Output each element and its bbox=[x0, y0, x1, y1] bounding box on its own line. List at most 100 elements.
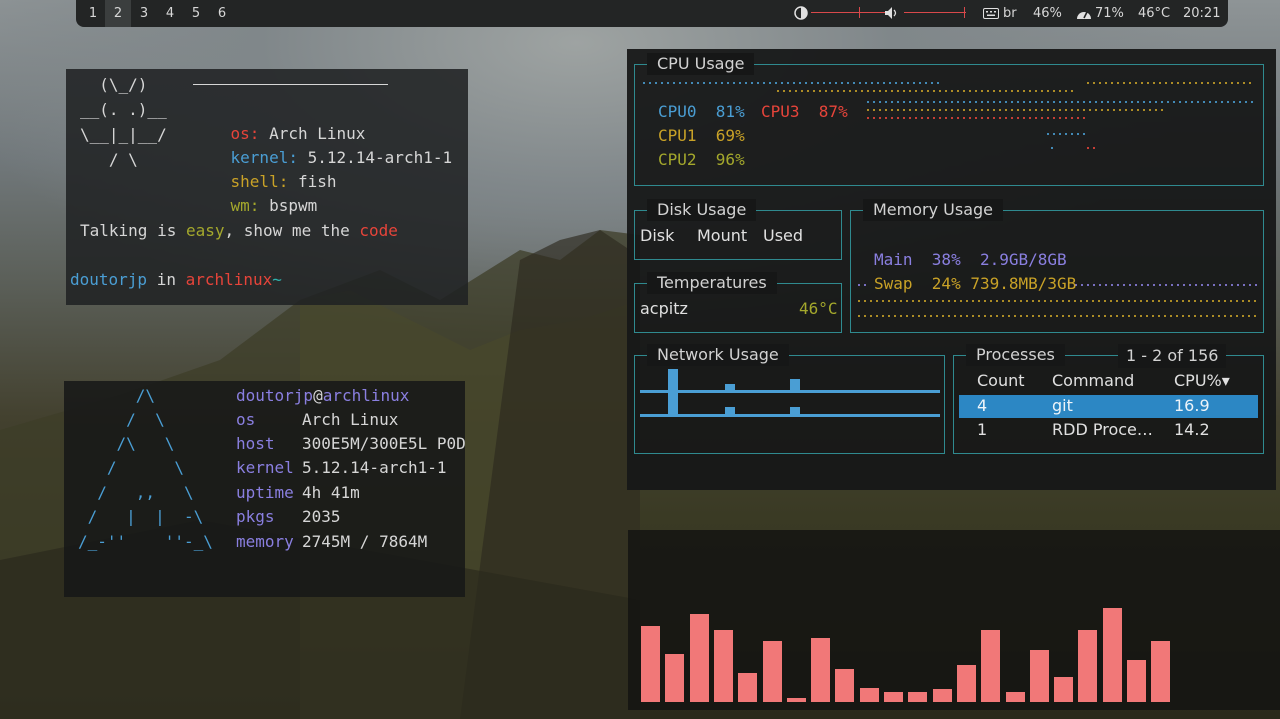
visualizer-bar bbox=[957, 665, 976, 702]
brightness-slider[interactable] bbox=[811, 0, 887, 27]
workspace-1[interactable]: 1 bbox=[80, 0, 106, 27]
arch-logo-line-2: / \ bbox=[78, 410, 165, 429]
cpu-graph-dots bbox=[865, 101, 1255, 103]
fetch-logo-line-4: / \ bbox=[80, 150, 138, 169]
arch-logo-line-5: / ,, \ bbox=[78, 483, 194, 502]
visualizer-bar bbox=[981, 630, 1000, 702]
gauge-icon bbox=[1077, 11, 1091, 19]
proc-command: git bbox=[1052, 396, 1073, 415]
memory-graph-dots bbox=[856, 315, 1258, 317]
volume-icon bbox=[885, 7, 897, 19]
disk-header-used: Used bbox=[763, 226, 804, 245]
terminal-fetch-2[interactable]: /\ / \ /\ \ / \ / ,, \ / | | -\ /_-'' ''… bbox=[64, 381, 466, 597]
visualizer-bar bbox=[763, 641, 782, 702]
cpu1-row: CPU1 69% bbox=[658, 126, 745, 145]
proc-cpu: 14.2 bbox=[1174, 420, 1210, 439]
info-label-uptime: uptime bbox=[236, 483, 294, 502]
brightness-percent: 46% bbox=[1033, 6, 1062, 21]
temp-sensor-name: acpitz bbox=[640, 299, 688, 318]
fetch-logo-line-1: (\_/) bbox=[80, 75, 148, 94]
arch-logo-line-1: /\ bbox=[78, 386, 156, 405]
workspace-5[interactable]: 5 bbox=[183, 0, 209, 27]
fetch-logo-line-3: \__|_|__/ bbox=[80, 125, 167, 144]
arch-logo-line-4: / \ bbox=[78, 458, 184, 477]
visualizer-bar bbox=[738, 673, 757, 702]
system-monitor[interactable]: CPU Usage CPU0 81% CPU3 87% CPU1 69% CPU… bbox=[627, 49, 1276, 490]
memory-graph-dots bbox=[856, 284, 870, 286]
audio-visualizer bbox=[628, 530, 1280, 710]
proc-count: 1 bbox=[977, 420, 988, 439]
table-row[interactable]: 4 git 16.9 bbox=[959, 395, 1258, 418]
visualizer-bar bbox=[641, 626, 660, 702]
visualizer-bar bbox=[1078, 630, 1097, 702]
fetch-user-host: doutorjp@archlinux bbox=[236, 386, 410, 405]
visualizer-bar bbox=[884, 692, 903, 702]
fetch-logo-line-2: __(. .)__ bbox=[80, 100, 167, 119]
brightness-icon bbox=[794, 6, 808, 20]
network-usage-box: Network Usage bbox=[634, 344, 945, 454]
table-row[interactable]: 1 RDD Proce… 14.2 bbox=[959, 419, 1258, 442]
volume-slider[interactable] bbox=[904, 0, 966, 27]
info-label-kernel: kernel bbox=[236, 458, 294, 477]
cpu-graph-dots bbox=[775, 90, 1075, 92]
memory-usage-box: Memory Usage Main 38% 2.9GB/8GB Swap 24%… bbox=[850, 199, 1264, 333]
network-spike bbox=[790, 407, 800, 417]
arch-logo-line-6: / | | -\ bbox=[78, 507, 204, 526]
visualizer-bar bbox=[811, 638, 830, 702]
info-label-os: os bbox=[236, 410, 256, 429]
proc-header-count[interactable]: Count bbox=[977, 369, 1025, 393]
workspace-6[interactable]: 6 bbox=[209, 0, 235, 27]
network-spike bbox=[790, 379, 800, 392]
temp-sensor-value: 46°C bbox=[799, 299, 838, 318]
cpu-graph-dots bbox=[1085, 82, 1255, 84]
proc-header-cpu[interactable]: CPU%▾ bbox=[1174, 369, 1230, 393]
visualizer-bar bbox=[835, 669, 854, 702]
info-value-host: 300E5M/300E5L P0D bbox=[302, 434, 466, 453]
proc-cpu: 16.9 bbox=[1174, 396, 1210, 415]
proc-header-command[interactable]: Command bbox=[1052, 369, 1134, 393]
workspace-3[interactable]: 3 bbox=[131, 0, 157, 27]
cpu-graph-dots bbox=[1049, 147, 1057, 149]
workspace-2[interactable]: 2 bbox=[105, 0, 131, 27]
memory-usage-title: Memory Usage bbox=[863, 199, 1004, 221]
cpu3-row: CPU3 87% bbox=[761, 102, 848, 121]
keyboard-layout: br bbox=[1003, 6, 1017, 21]
temperatures-box: Temperatures acpitz 46°C bbox=[634, 272, 842, 333]
disk-header-disk: Disk bbox=[640, 226, 675, 245]
network-usage-title: Network Usage bbox=[647, 344, 789, 366]
memory-graph-dots bbox=[1073, 284, 1257, 286]
proc-count: 4 bbox=[977, 396, 988, 415]
visualizer-bar bbox=[1103, 608, 1122, 702]
visualizer-bar bbox=[1054, 677, 1073, 702]
shell-prompt[interactable]: doutorjp in archlinux~ bbox=[70, 268, 282, 292]
fetch-divider bbox=[193, 84, 388, 85]
info-value-memory: 2745M / 7864M bbox=[302, 532, 428, 551]
network-spike bbox=[725, 384, 735, 392]
info-value-kernel: 5.12.14-arch1-1 bbox=[302, 458, 447, 477]
visualizer-bar bbox=[665, 654, 684, 702]
cpu-graph-dots bbox=[1085, 147, 1095, 149]
disk-usage-title: Disk Usage bbox=[647, 199, 757, 221]
info-label-pkgs: pkgs bbox=[236, 507, 275, 526]
clock[interactable]: 20:21 bbox=[1183, 0, 1220, 27]
cpu-graph-dots bbox=[641, 82, 941, 84]
visualizer-bar bbox=[1127, 660, 1146, 702]
fetch-quote: Talking is easy, show me the code bbox=[80, 221, 398, 240]
visualizer-bar bbox=[860, 688, 879, 702]
proc-command: RDD Proce… bbox=[1052, 420, 1153, 439]
terminal-fetch-1[interactable]: (\_/) __(. .)__ \__|_|__/ / \ os: Arch L… bbox=[66, 69, 468, 305]
visualizer-bar bbox=[1006, 692, 1025, 702]
cpu0-row: CPU0 81% bbox=[658, 102, 745, 121]
visualizer-bar bbox=[1151, 641, 1170, 702]
visualizer-bar bbox=[908, 692, 927, 702]
disk-usage-box: Disk Usage Disk Mount Used bbox=[634, 199, 842, 260]
info-label-host: host bbox=[236, 434, 275, 453]
disk-header-mount: Mount bbox=[697, 226, 748, 245]
cpu2-row: CPU2 96% bbox=[658, 150, 745, 169]
workspace-4[interactable]: 4 bbox=[157, 0, 183, 27]
visualizer-bar bbox=[933, 689, 952, 702]
visualizer-bar bbox=[1030, 650, 1049, 702]
processes-range: 1 - 2 of 156 bbox=[1118, 344, 1227, 368]
arch-logo-line-3: /\ \ bbox=[78, 434, 175, 453]
temperature: 46°C bbox=[1138, 6, 1171, 21]
